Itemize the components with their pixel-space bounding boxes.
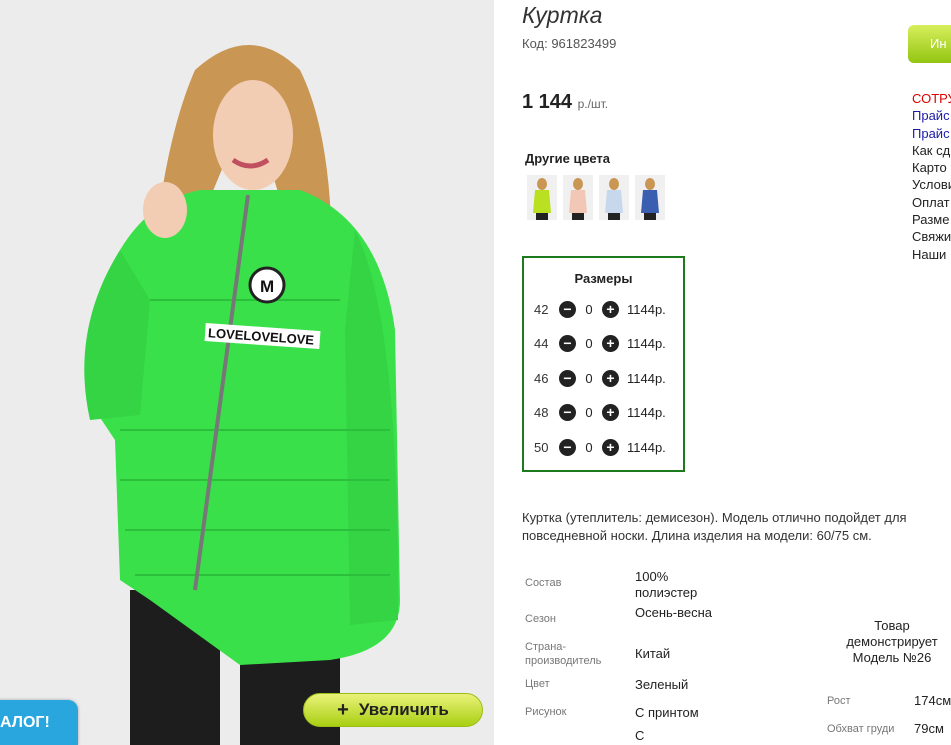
quantity-value: 0 bbox=[585, 335, 593, 351]
price-unit: р./шт. bbox=[577, 97, 609, 111]
sizes-link[interactable]: Разме bbox=[912, 211, 951, 228]
size-label: 44 bbox=[534, 335, 549, 351]
jacket-badge-text: M bbox=[260, 277, 274, 296]
jacket-thumb-lime-icon bbox=[533, 178, 551, 220]
size-label: 50 bbox=[534, 439, 549, 455]
terms-link[interactable]: Услови bbox=[912, 176, 951, 193]
jacket-thumb-lightblue-icon bbox=[605, 178, 623, 220]
color-swatch-lime[interactable] bbox=[527, 175, 557, 220]
plus-button[interactable]: + bbox=[602, 369, 619, 387]
size-row: 46 − 0 + 1144р. bbox=[534, 368, 666, 388]
spec-value: Китай bbox=[635, 646, 671, 661]
measure-value: 79см bbox=[914, 721, 944, 736]
model-caption: Товар демонстрирует Модель №26 bbox=[846, 618, 938, 665]
minus-button[interactable]: − bbox=[559, 369, 576, 387]
product-image[interactable]: LOVELOVELOVE M АЛОГ! + Увеличить bbox=[0, 0, 494, 745]
price-list-link-2[interactable]: Прайс bbox=[912, 125, 951, 142]
catalog-tab[interactable]: АЛОГ! bbox=[0, 700, 78, 745]
minus-button[interactable]: − bbox=[559, 438, 576, 456]
spec-value: С принтом bbox=[635, 705, 699, 720]
minus-button[interactable]: − bbox=[559, 300, 576, 318]
sizes-panel: Размеры 42 − 0 + 1144р. 44 − 0 + 1144р. … bbox=[522, 256, 685, 472]
plus-button[interactable]: + bbox=[602, 334, 619, 352]
size-price: 1144р. bbox=[627, 439, 666, 455]
plus-button[interactable]: + bbox=[602, 300, 619, 318]
spec-value: С bbox=[635, 728, 645, 743]
card-link[interactable]: Карто bbox=[912, 159, 951, 176]
payment-link[interactable]: Оплат bbox=[912, 194, 951, 211]
zoom-button-label: Увеличить bbox=[358, 700, 449, 719]
measure-value: 174см bbox=[914, 693, 951, 708]
spec-label: Страна-производитель bbox=[525, 641, 602, 667]
spec-label: Цвет bbox=[525, 678, 550, 690]
color-swatch-lightblue[interactable] bbox=[599, 175, 629, 220]
size-price: 1144р. bbox=[627, 404, 666, 420]
size-label: 46 bbox=[534, 370, 549, 386]
size-label: 48 bbox=[534, 404, 549, 420]
measure-label: Рост bbox=[827, 695, 851, 707]
size-row: 48 − 0 + 1144р. bbox=[534, 402, 666, 422]
price-value: 1 144 bbox=[522, 91, 573, 113]
cooperation-link[interactable]: СОТРУ bbox=[912, 90, 951, 107]
price-list-link[interactable]: Прайс bbox=[912, 107, 951, 124]
minus-button[interactable]: − bbox=[559, 403, 576, 421]
quantity-value: 0 bbox=[585, 370, 593, 386]
size-row: 42 − 0 + 1144р. bbox=[534, 299, 666, 319]
color-swatch-blue[interactable] bbox=[635, 175, 665, 220]
color-swatch-peach[interactable] bbox=[563, 175, 593, 220]
spec-label: Рисунок bbox=[525, 706, 567, 718]
size-price: 1144р. bbox=[627, 301, 666, 317]
minus-button[interactable]: − bbox=[559, 334, 576, 352]
size-price: 1144р. bbox=[627, 370, 666, 386]
contact-link[interactable]: Свяжи bbox=[912, 228, 951, 245]
plus-button[interactable]: + bbox=[602, 403, 619, 421]
size-row: 50 − 0 + 1144р. bbox=[534, 437, 666, 457]
size-row: 44 − 0 + 1144р. bbox=[534, 333, 666, 353]
zoom-button[interactable]: + Увеличить bbox=[303, 693, 483, 727]
right-panel-links: СОТРУ Прайс Прайс Как сд Карто Услови Оп… bbox=[912, 90, 951, 263]
jacket-thumb-peach-icon bbox=[569, 178, 587, 220]
size-label: 42 bbox=[534, 301, 549, 317]
spec-value: 100% полиэстер bbox=[635, 569, 698, 600]
spec-label: Сезон bbox=[525, 613, 556, 625]
product-title: Куртка bbox=[522, 2, 603, 28]
other-colors-title: Другие цвета bbox=[525, 151, 610, 166]
product-price: 1 144 р./шт. bbox=[522, 91, 608, 114]
how-to-order-link[interactable]: Как сд bbox=[912, 142, 951, 159]
measure-label: Обхват груди bbox=[827, 723, 895, 735]
quantity-value: 0 bbox=[585, 439, 593, 455]
size-price: 1144р. bbox=[627, 335, 666, 351]
spec-value: Осень-весна bbox=[635, 605, 713, 620]
plus-button[interactable]: + bbox=[602, 438, 619, 456]
product-code: Код: 961823499 bbox=[522, 36, 617, 51]
product-description: Куртка (утеплитель: демисезон). Модель о… bbox=[522, 510, 907, 543]
model-photo-illustration: LOVELOVELOVE M bbox=[0, 0, 494, 745]
our-link[interactable]: Наши bbox=[912, 246, 951, 263]
other-colors-list bbox=[527, 175, 665, 220]
sizes-title: Размеры bbox=[574, 271, 633, 286]
spec-label: Состав bbox=[525, 577, 562, 589]
spec-value: Зеленый bbox=[635, 677, 689, 692]
right-panel-button[interactable]: Ин bbox=[908, 25, 951, 63]
quantity-value: 0 bbox=[585, 301, 593, 317]
quantity-value: 0 bbox=[585, 404, 593, 420]
plus-icon: + bbox=[337, 698, 349, 721]
jacket-thumb-blue-icon bbox=[641, 178, 659, 220]
